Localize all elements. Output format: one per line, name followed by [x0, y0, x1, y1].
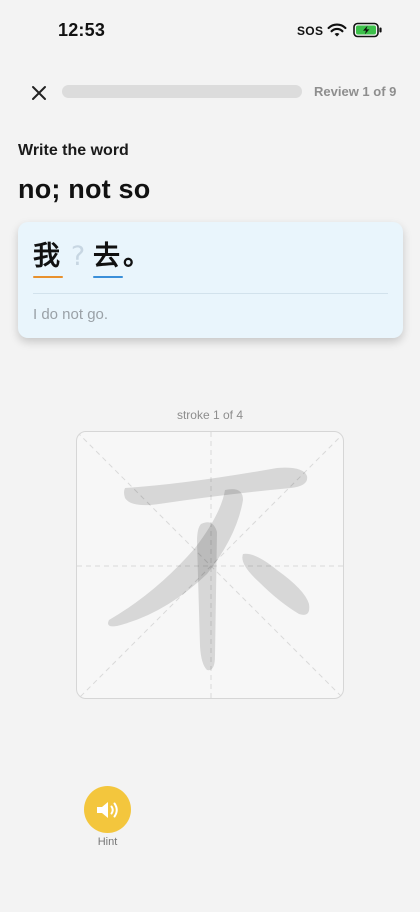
card-divider: [33, 293, 388, 294]
character-stroke: [108, 489, 243, 627]
writing-canvas[interactable]: [76, 431, 344, 699]
status-time: 12:53: [58, 20, 106, 40]
hint-button[interactable]: [84, 786, 131, 833]
character-underline: [93, 276, 123, 278]
close-icon: [32, 86, 46, 100]
battery-charging-icon: [353, 22, 382, 38]
word-meaning: no; not so: [18, 174, 151, 204]
sentence-translation: I do not go.: [33, 306, 109, 323]
example-sentence: 我 ? 去 。: [33, 240, 153, 280]
wifi-icon: [327, 23, 347, 37]
status-bar: 12:53 SOS: [0, 0, 420, 60]
sentence-blank: ?: [70, 241, 86, 272]
character-outline: [108, 467, 310, 671]
sentence-punctuation: 。: [123, 241, 150, 272]
status-sos: SOS: [297, 24, 324, 38]
close-button[interactable]: [26, 80, 52, 106]
speaker-icon: [96, 801, 118, 818]
character-stroke: [124, 467, 308, 506]
character-stroke: [242, 553, 310, 615]
hint-label: Hint: [97, 836, 118, 848]
sentence-card: 我 ? 去 。 I do not go.: [18, 222, 403, 338]
stroke-counter: stroke 1 of 4: [176, 408, 244, 422]
progress-bar: [62, 85, 302, 98]
sentence-character: 我: [33, 240, 63, 278]
character-underline: [33, 276, 63, 278]
instruction-label: Write the word: [18, 142, 129, 159]
sentence-character: 去: [93, 240, 123, 278]
character-stroke: [197, 522, 217, 671]
review-counter: Review 1 of 9: [314, 84, 397, 99]
